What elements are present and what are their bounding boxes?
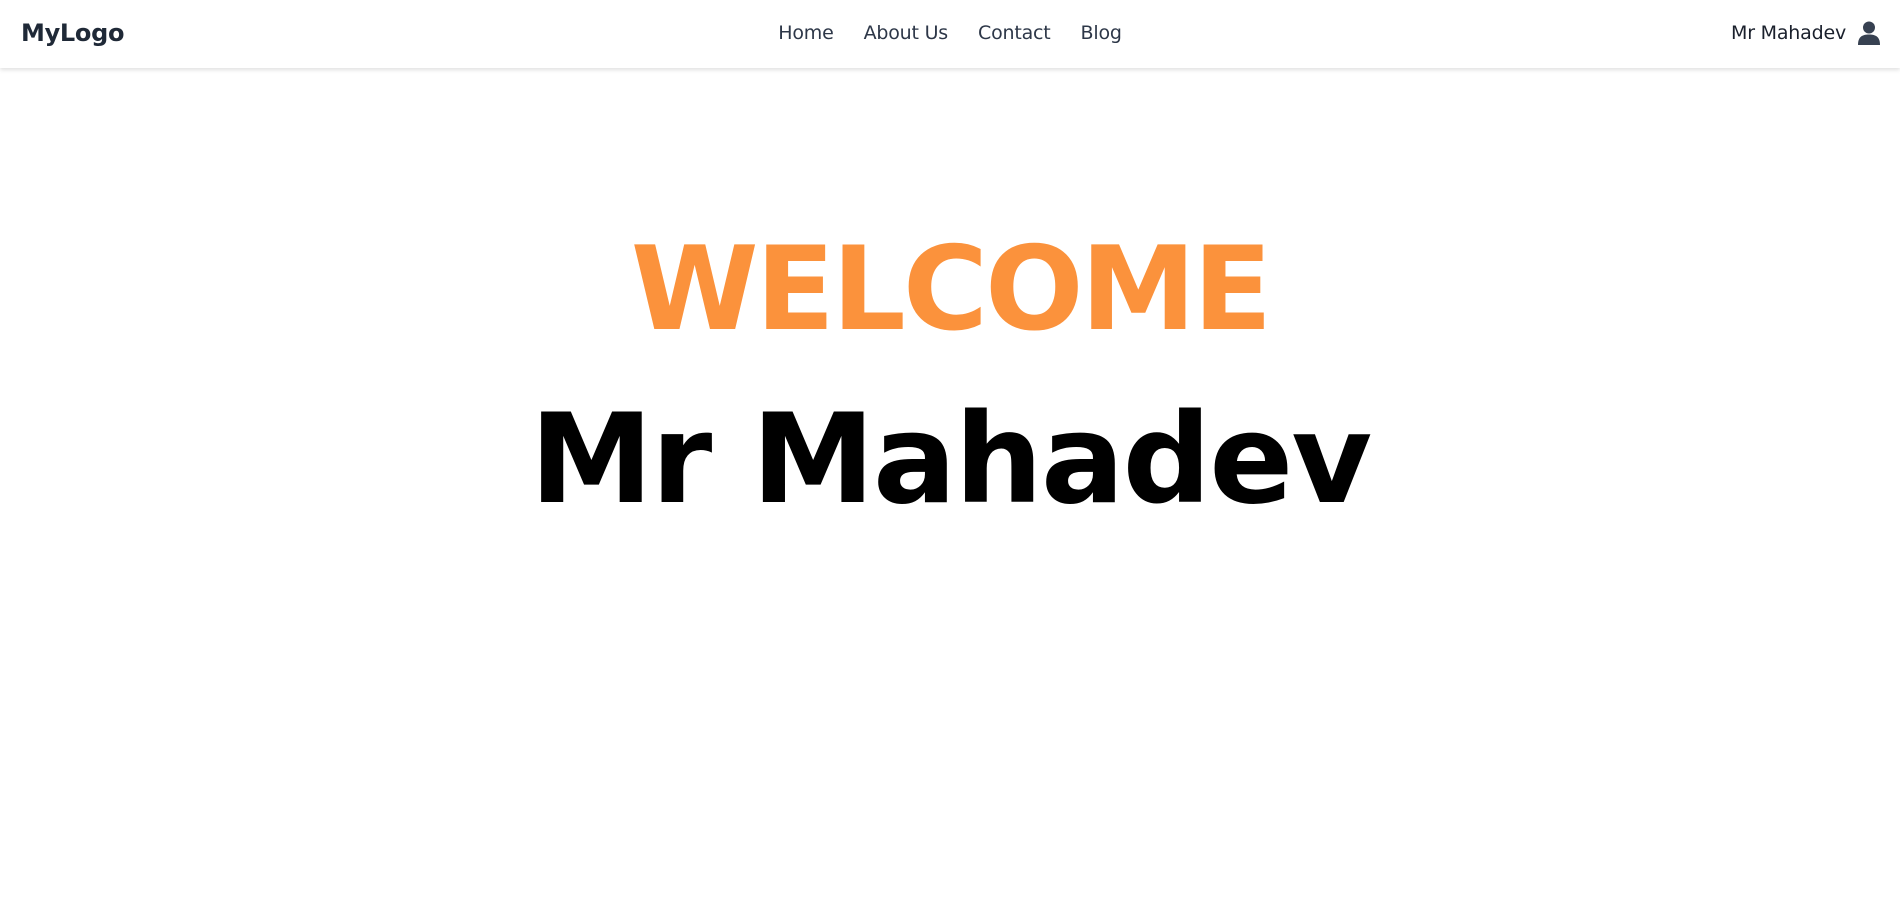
- welcome-heading: WELCOME: [630, 222, 1273, 357]
- navbar: MyLogo Home About Us Contact Blog Mr Mah…: [0, 0, 1900, 68]
- nav-link-home[interactable]: Home: [778, 22, 834, 44]
- hero-name: Mr Mahadev: [529, 388, 1372, 532]
- hero-section: WELCOME Mr Mahadev: [0, 215, 1900, 545]
- nav-link-blog[interactable]: Blog: [1081, 22, 1122, 44]
- nav-links: Home About Us Contact Blog: [0, 0, 1900, 66]
- user-menu[interactable]: Mr Mahadev: [1731, 0, 1880, 66]
- nav-link-contact[interactable]: Contact: [978, 22, 1051, 44]
- user-name[interactable]: Mr Mahadev: [1731, 22, 1846, 44]
- nav-link-about-us[interactable]: About Us: [864, 22, 949, 44]
- logo[interactable]: MyLogo: [21, 0, 124, 66]
- user-icon[interactable]: [1858, 21, 1880, 45]
